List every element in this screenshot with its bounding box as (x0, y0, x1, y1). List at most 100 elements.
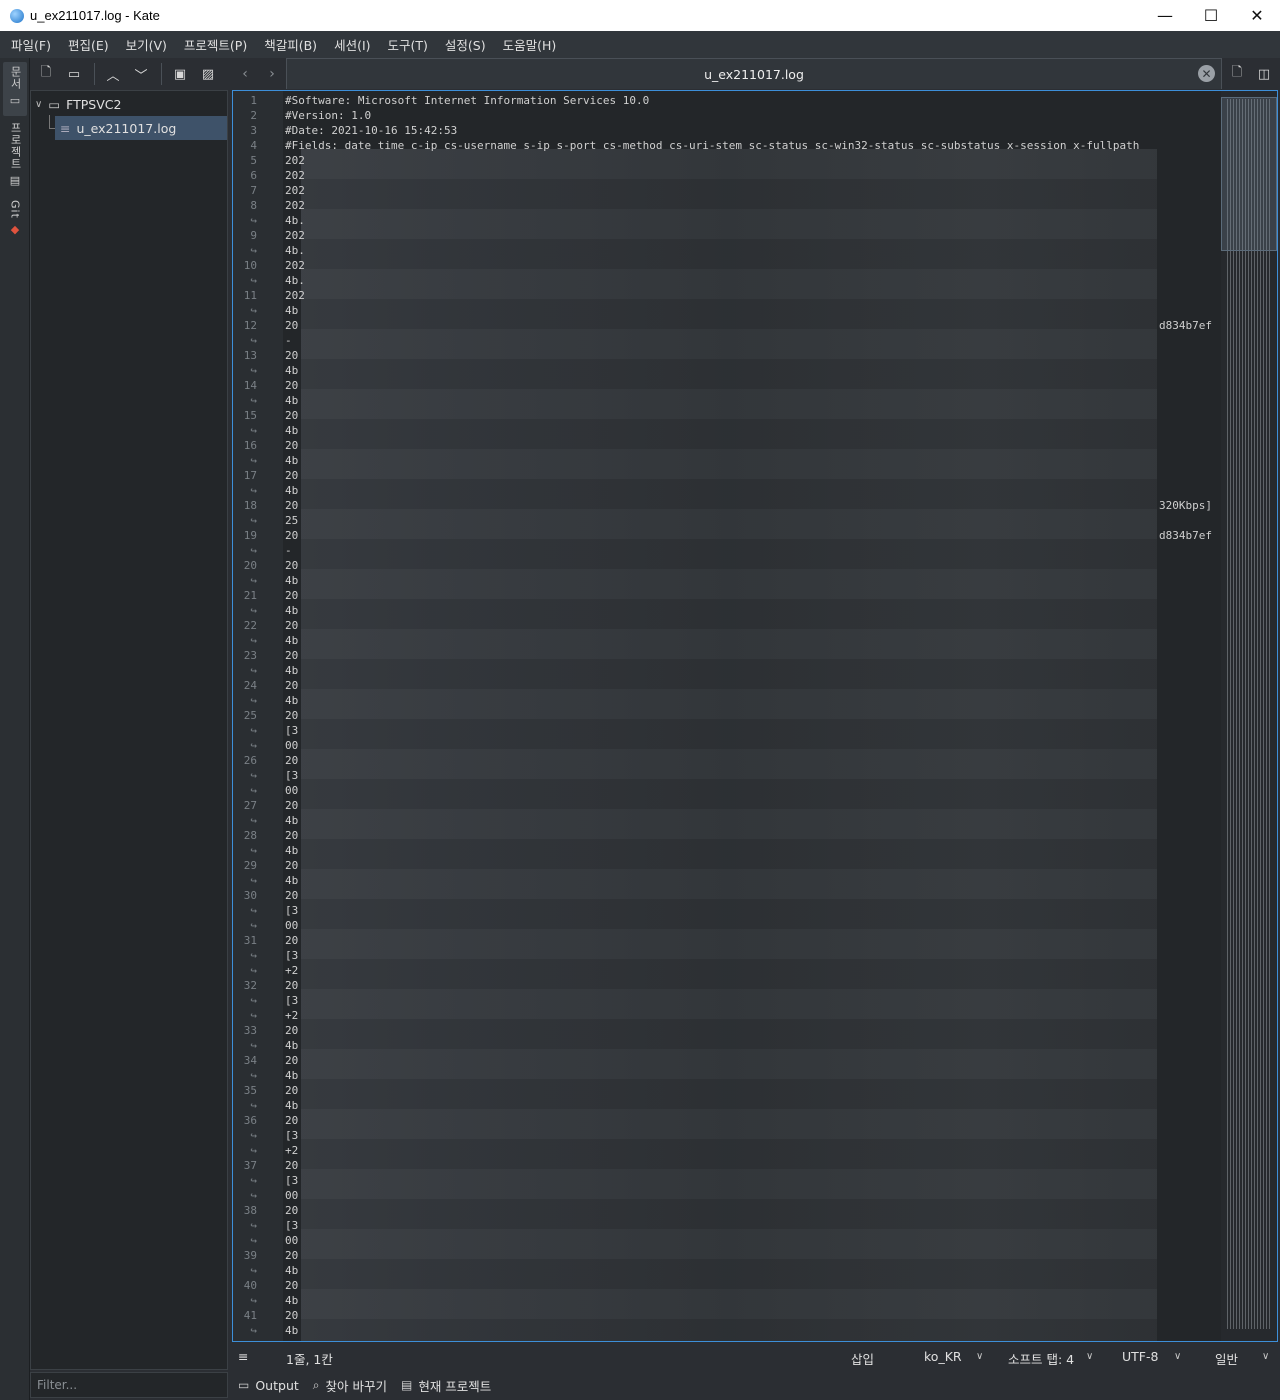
wrap-indicator: ↪ (250, 1189, 257, 1202)
menu-session[interactable]: 세션(I) (327, 35, 377, 54)
menu-edit[interactable]: 편집(E) (61, 35, 116, 54)
text-editor[interactable]: 1 #Software: Microsoft Internet Informati… (232, 90, 1278, 1342)
line-number: 31 (243, 934, 257, 947)
sidebar-tab-git[interactable]: Git ◆ (3, 200, 27, 244)
wrap-indicator: ↪ (250, 919, 257, 932)
editor-line: 21 20 (233, 588, 1223, 603)
new-document-icon[interactable]: 🗋 (33, 61, 59, 87)
line-text: 4b (285, 394, 299, 407)
line-text: 20 (285, 1309, 299, 1322)
save-as-icon[interactable]: ▨ (195, 61, 221, 87)
line-number: 8 (250, 199, 257, 212)
maximize-button[interactable]: ☐ (1188, 0, 1234, 31)
current-project-button[interactable]: ▤ 현재 프로젝트 (401, 1376, 491, 1395)
minimap-scrollbar[interactable] (1221, 91, 1277, 1341)
search-replace-button[interactable]: ⌕ 찾아 바꾸기 (313, 1376, 387, 1395)
editor-line: ↪ 4b (233, 1323, 1223, 1338)
editor-line: ↪ 4b (233, 633, 1223, 648)
line-text: [3 (285, 724, 299, 737)
line-text: 4b (285, 1264, 299, 1277)
search-icon: ⌕ (312, 1377, 320, 1392)
chevron-down-icon[interactable]: ∨ (1174, 1351, 1181, 1362)
menu-tools[interactable]: 도구(T) (381, 35, 435, 54)
editor-line: ↪ 4b (233, 303, 1223, 318)
editor-line: ↪ +2 (233, 1143, 1223, 1158)
line-number: 27 (243, 799, 257, 812)
syntax-mode[interactable]: 일반 (1215, 1349, 1238, 1368)
project-file-tree: ∨ ▭ FTPSVC2 ≡ u_ex211017.log (30, 90, 228, 1370)
sidebar-tab-strip: 문서 ▭ 프로젝트 ▤ Git ◆ (0, 58, 30, 1400)
tree-folder-label: FTPSVC2 (66, 96, 122, 112)
line-number: 9 (250, 229, 257, 242)
editor-line: 27 20 (233, 798, 1223, 813)
document-icon[interactable]: ≡ (238, 1349, 248, 1364)
line-number: 20 (243, 559, 257, 572)
output-label: Output (255, 1377, 299, 1393)
line-text: 20 (285, 619, 299, 632)
output-panel-button[interactable]: ▭ Output (238, 1378, 299, 1393)
close-window-button[interactable]: ✕ (1234, 0, 1280, 31)
encoding-setting[interactable]: UTF-8 (1122, 1349, 1158, 1364)
line-text: 202 (285, 169, 305, 182)
new-tab-icon[interactable]: 🗋 (1226, 63, 1248, 85)
split-view-icon[interactable]: ◫ (1253, 63, 1275, 85)
line-text: 20 (285, 679, 299, 692)
chevron-down-icon[interactable]: ∨ (1262, 1351, 1269, 1362)
line-text: 4b. (285, 214, 305, 227)
editor-line: 35 20 (233, 1083, 1223, 1098)
minimap-viewport[interactable] (1221, 97, 1277, 251)
editor-line: 17 20 (233, 468, 1223, 483)
line-number: 29 (243, 859, 257, 872)
close-tab-icon[interactable]: ✕ (1198, 65, 1215, 82)
menu-project[interactable]: 프로젝트(P) (177, 35, 254, 54)
line-text: 4b (285, 874, 299, 887)
line-text: 00 (285, 919, 299, 932)
tree-file-u-ex211017[interactable]: ≡ u_ex211017.log (55, 116, 227, 140)
tree-folder-ftpsvc2[interactable]: ∨ ▭ FTPSVC2 (31, 92, 227, 116)
minimize-button[interactable]: — (1142, 0, 1188, 31)
input-mode[interactable]: 삽입 (851, 1349, 874, 1368)
line-text: #Software: Microsoft Internet Informatio… (285, 94, 650, 107)
sidebar-tab-documents[interactable]: 문서 ▭ (3, 62, 27, 116)
line-text: 4b. (285, 244, 305, 257)
line-text: +2 (285, 1144, 299, 1157)
forward-icon[interactable]: › (261, 63, 283, 85)
open-folder-icon[interactable]: ▭ (61, 61, 87, 87)
line-number: 14 (243, 379, 257, 392)
editor-line: ↪ 4b (233, 573, 1223, 588)
line-number: 5 (250, 154, 257, 167)
cursor-position[interactable]: 1줄, 1칸 (286, 1349, 333, 1368)
menu-help[interactable]: 도움말(H) (496, 35, 564, 54)
wrap-indicator: ↪ (250, 274, 257, 287)
save-icon[interactable]: ▣ (167, 61, 193, 87)
editor-line: 4 #Fields: date time c-ip cs-username s-i… (233, 138, 1223, 153)
menu-bookmarks[interactable]: 책갈피(B) (257, 35, 324, 54)
dictionary-language[interactable]: ko_KR (924, 1349, 962, 1364)
chevron-down-icon[interactable]: ∨ (1086, 1351, 1093, 1362)
wrap-indicator: ↪ (250, 1234, 257, 1247)
chevron-down-icon[interactable]: ∨ (35, 99, 42, 110)
tab-u-ex211017[interactable]: u_ex211017.log ✕ (286, 58, 1222, 89)
menu-view[interactable]: 보기(V) (119, 35, 174, 54)
back-icon[interactable]: ‹ (234, 63, 256, 85)
line-number: 1 (250, 94, 257, 107)
editor-line: ↪ [3 (233, 723, 1223, 738)
tree-filter-input[interactable]: Filter... (30, 1372, 228, 1398)
menu-file[interactable]: 파일(F) (4, 35, 58, 54)
editor-line: 19 20 d834b7ef (233, 528, 1223, 543)
line-number: 3 (250, 124, 257, 137)
wrap-indicator: ↪ (250, 1039, 257, 1052)
chevron-down-icon[interactable]: ∨ (976, 1351, 983, 1362)
editor-lines: 1 #Software: Microsoft Internet Informati… (233, 93, 1223, 1338)
wrap-indicator: ↪ (250, 844, 257, 857)
line-number: 19 (243, 529, 257, 542)
chevron-up-icon[interactable]: ︿ (100, 61, 126, 87)
chevron-down-icon[interactable]: ﹀ (128, 61, 154, 87)
indentation-setting[interactable]: 소프트 탭: 4 (1008, 1349, 1074, 1368)
line-text: 4b (285, 844, 299, 857)
line-number: 17 (243, 469, 257, 482)
wrap-indicator: ↪ (250, 634, 257, 647)
line-text: #Version: 1.0 (285, 109, 372, 122)
sidebar-tab-projects[interactable]: 프로젝트 ▤ (3, 122, 27, 192)
menu-settings[interactable]: 설정(S) (438, 35, 493, 54)
